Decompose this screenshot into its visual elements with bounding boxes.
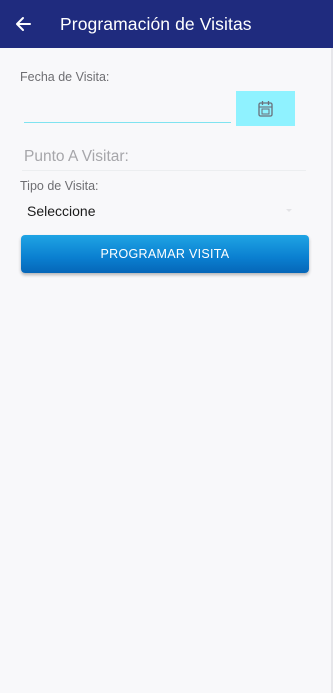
date-label: Fecha de Visita: <box>20 70 110 84</box>
page-title: Programación de Visitas <box>60 14 252 34</box>
back-button[interactable] <box>8 9 38 39</box>
chevron-down-icon <box>286 209 292 212</box>
arrow-left-icon <box>16 17 31 31</box>
visit-type-value: Seleccione <box>27 203 96 219</box>
program-visit-button[interactable]: PROGRAMAR VISITA <box>21 235 309 273</box>
date-input[interactable] <box>24 100 231 123</box>
calendar-icon <box>257 100 273 117</box>
point-input[interactable]: Punto A Visitar: <box>22 146 306 171</box>
visit-type-select[interactable]: Seleccione <box>20 198 298 224</box>
app-bar: Programación de Visitas <box>0 0 333 48</box>
calendar-button[interactable] <box>236 91 295 126</box>
point-placeholder: Punto A Visitar: <box>24 148 129 165</box>
visit-type-label: Tipo de Visita: <box>20 179 99 193</box>
